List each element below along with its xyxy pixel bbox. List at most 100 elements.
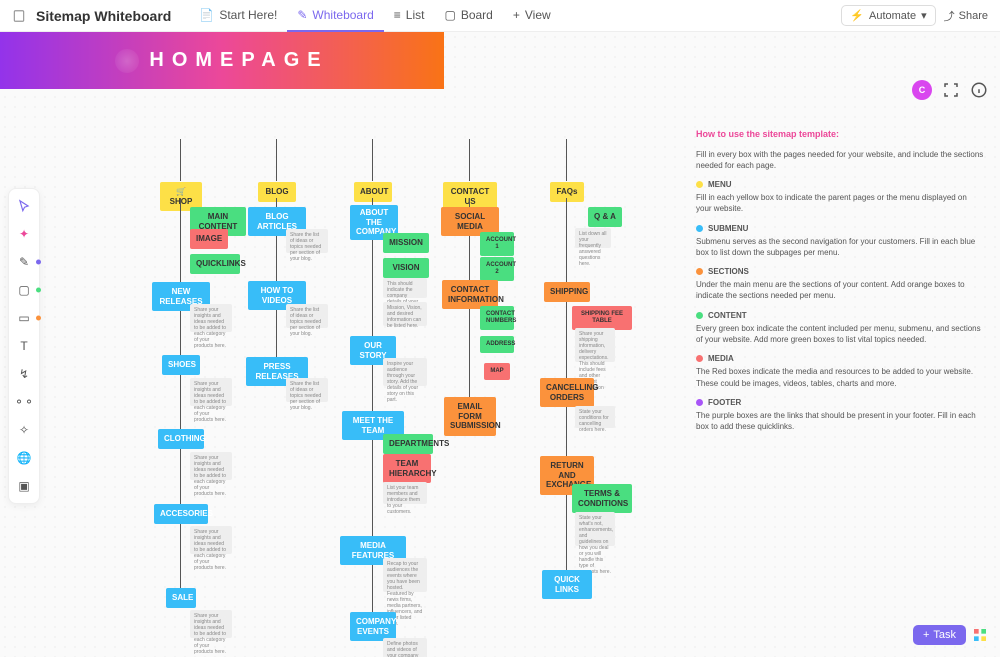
node-map[interactable]: MAP — [484, 363, 510, 380]
tool-pen[interactable]: ✎ — [13, 251, 35, 273]
node-shoes[interactable]: SHOES — [162, 355, 200, 375]
plus-icon: + — [513, 8, 520, 22]
help-content-title: CONTENT — [696, 310, 984, 321]
node-clothing[interactable]: CLOTHING — [158, 429, 204, 449]
fit-icon[interactable] — [942, 81, 960, 99]
tool-select[interactable] — [13, 195, 35, 217]
connector — [180, 198, 181, 600]
plus-icon: + — [923, 629, 929, 641]
node-fee-table[interactable]: SHIPPING FEE TABLE — [572, 306, 632, 330]
board-icon: ▢ — [444, 8, 455, 22]
help-content: Every green box indicate the content inc… — [696, 323, 984, 345]
automate-button[interactable]: ⚡ Automate ▾ — [841, 5, 935, 26]
node-quicklinks-faq[interactable]: QUICK LINKS — [542, 570, 592, 599]
help-intro: Fill in every box with the pages needed … — [696, 149, 984, 171]
note[interactable]: List down all your frequently answered q… — [575, 228, 611, 248]
node-terms[interactable]: TERMS & CONDITIONS — [572, 484, 632, 513]
help-footer: The purple boxes are the links that shou… — [696, 410, 984, 432]
node-address[interactable]: ADDRESS — [480, 336, 514, 353]
chevron-down-icon: ▾ — [921, 9, 927, 22]
tool-generate[interactable]: ✦ — [13, 223, 35, 245]
whiteboard-canvas[interactable]: ✦ ✎ ▢ ▭ T ↯ ⚬⚬ ✧ 🌐 ▣ C +Task HOMEPAGE 🛒 … — [0, 32, 1000, 657]
tool-sticky[interactable]: ▭ — [13, 307, 35, 329]
tool-ai[interactable]: ✧ — [13, 419, 35, 441]
node-about[interactable]: ABOUT — [354, 182, 392, 202]
help-submenu-title: SUBMENU — [696, 223, 984, 234]
connector — [276, 139, 277, 181]
note[interactable]: Share your insights and ideas needed to … — [190, 304, 232, 332]
logo-icon — [115, 49, 139, 73]
tab-add-view[interactable]: +View — [503, 0, 561, 32]
node-quicklinks[interactable]: QUICKLINKS — [190, 254, 240, 274]
info-icon[interactable] — [970, 81, 988, 99]
help-submenu: Submenu serves as the second navigation … — [696, 236, 984, 258]
help-menu-title: MENU — [696, 179, 984, 190]
note[interactable]: Share the list of ideas or topics needed… — [286, 304, 328, 328]
header: Sitemap Whiteboard 📄Start Here! ✎Whitebo… — [0, 0, 1000, 32]
node-cancelling[interactable]: CANCELLING ORDERS — [540, 378, 594, 407]
left-toolbar: ✦ ✎ ▢ ▭ T ↯ ⚬⚬ ✧ 🌐 ▣ — [8, 188, 40, 504]
tabs: 📄Start Here! ✎Whiteboard ≡List ▢Board +V… — [189, 0, 560, 32]
note[interactable]: Define photos and videos of your company… — [383, 638, 427, 657]
page-title: Sitemap Whiteboard — [36, 8, 171, 24]
note[interactable]: This should indicate the company details… — [383, 278, 427, 298]
node-blog[interactable]: BLOG — [258, 182, 296, 202]
tool-image[interactable]: ▣ — [13, 475, 35, 497]
node-contact-info[interactable]: CONTACT INFORMATION — [442, 280, 498, 309]
node-email-form[interactable]: EMAIL FORM SUBMISSION — [444, 397, 496, 436]
node-acc1[interactable]: ACCOUNT 1 — [480, 232, 514, 256]
note[interactable]: Recap to your audiences the events where… — [383, 558, 427, 592]
note[interactable]: Share your insights and ideas needed to … — [190, 526, 232, 554]
note[interactable]: State your conditions for cancelling ord… — [575, 406, 615, 428]
note[interactable]: Share your insights and ideas needed to … — [190, 378, 232, 406]
doc-icon: 📄 — [199, 8, 214, 22]
node-contact-numbers[interactable]: CONTACT NUMBERS — [480, 306, 514, 330]
connector — [566, 139, 567, 181]
help-sections: Under the main menu are the sections of … — [696, 279, 984, 301]
help-media: The Red boxes indicate the media and res… — [696, 366, 984, 388]
doc-icon — [12, 9, 26, 23]
node-accessories[interactable]: ACCESORIES — [154, 504, 208, 524]
note[interactable]: Share the list of ideas or topics needed… — [286, 378, 328, 402]
note[interactable]: List your team members and introduce the… — [383, 482, 427, 504]
tool-text[interactable]: T — [13, 335, 35, 357]
node-image[interactable]: IMAGE — [190, 229, 228, 249]
tab-whiteboard[interactable]: ✎Whiteboard — [287, 0, 383, 32]
tool-web[interactable]: 🌐 — [13, 447, 35, 469]
bolt-icon: ⚡ — [850, 9, 864, 22]
tab-start-here[interactable]: 📄Start Here! — [189, 0, 287, 32]
note[interactable]: Share your insights and ideas needed to … — [190, 610, 232, 638]
note[interactable]: Mission, Vision, and desired information… — [383, 302, 427, 326]
node-shipping[interactable]: SHIPPING — [544, 282, 590, 302]
node-company-events[interactable]: COMPANY EVENTS — [350, 612, 396, 641]
avatar[interactable]: C — [912, 80, 932, 100]
help-sections-title: SECTIONS — [696, 266, 984, 277]
connector — [469, 139, 470, 181]
node-team-hierarchy[interactable]: TEAM HIERARCHY — [383, 454, 431, 483]
tool-connector[interactable]: ↯ — [13, 363, 35, 385]
node-vision[interactable]: VISION — [383, 258, 429, 278]
node-sale[interactable]: SALE — [166, 588, 196, 608]
node-acc2[interactable]: ACCOUNT 2 — [480, 257, 514, 281]
node-mission[interactable]: MISSION — [383, 233, 429, 253]
node-homepage[interactable]: HOMEPAGE — [0, 32, 444, 89]
apps-icon[interactable] — [972, 627, 988, 643]
note[interactable]: Share your shipping information, deliver… — [575, 328, 615, 362]
tool-relations[interactable]: ⚬⚬ — [13, 391, 35, 413]
node-faqs[interactable]: FAQs — [550, 182, 584, 202]
note[interactable]: Inspire your audience through your story… — [383, 358, 427, 386]
tab-board[interactable]: ▢Board — [434, 0, 502, 32]
header-right: ⚡ Automate ▾ ⤴ Share — [841, 5, 988, 26]
node-qa[interactable]: Q & A — [588, 207, 622, 227]
task-button[interactable]: +Task — [913, 625, 966, 645]
node-departments[interactable]: DEPARTMENTS — [383, 434, 433, 454]
tool-shape[interactable]: ▢ — [13, 279, 35, 301]
help-panel: How to use the sitemap template: Fill in… — [690, 122, 990, 446]
note[interactable]: State your what's not, enhancements, and… — [575, 512, 615, 546]
help-menu: Fill in each yellow box to indicate the … — [696, 192, 984, 214]
note[interactable]: Share your insights and ideas needed to … — [190, 452, 232, 480]
share-button[interactable]: ⤴ Share — [944, 8, 988, 24]
tab-list[interactable]: ≡List — [384, 0, 435, 32]
note[interactable]: Share the list of ideas or topics needed… — [286, 229, 328, 253]
help-media-title: MEDIA — [696, 353, 984, 364]
